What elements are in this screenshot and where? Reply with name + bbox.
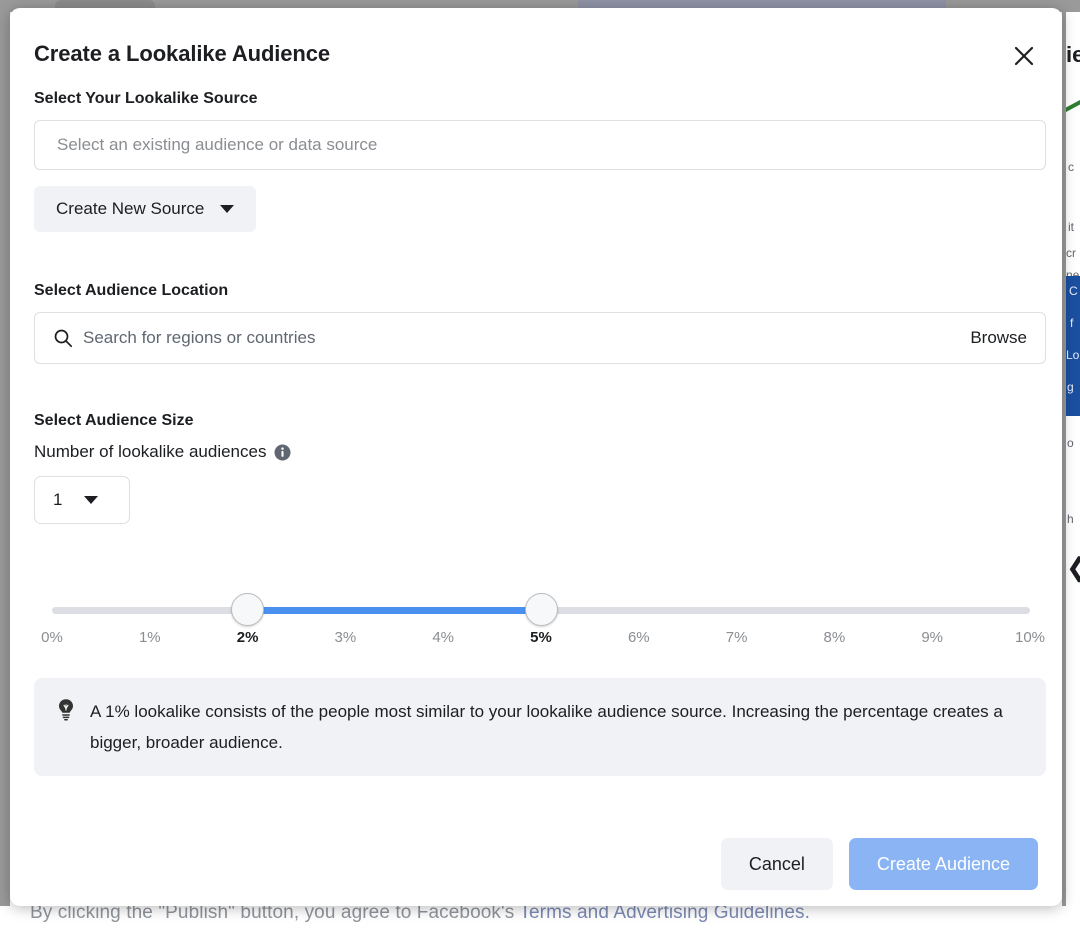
browser-toolbar-shape — [578, 0, 946, 8]
section-audience-location: Select Audience Location Browse — [34, 282, 1046, 364]
slider-handle-upper[interactable] — [524, 593, 558, 626]
bg-fragment: ie — [1066, 42, 1080, 67]
number-of-audiences-label: Number of lookalike audiences — [34, 442, 267, 461]
bg-fragment: h — [1067, 512, 1074, 526]
slider-tick-9: 9% — [921, 629, 944, 646]
section-audience-size: Select Audience Size Number of lookalike… — [34, 412, 1038, 524]
cancel-button[interactable]: Cancel — [720, 838, 833, 890]
number-of-audiences-label-row: Number of lookalike audiences — [34, 442, 1038, 462]
create-audience-button[interactable]: Create Audience — [848, 838, 1038, 890]
location-search-field[interactable]: Browse — [34, 312, 1046, 364]
bg-fragment: cr — [1066, 246, 1076, 260]
section-heading-size: Select Audience Size — [34, 412, 194, 429]
dialog-body: Select Your Lookalike Source Create New … — [10, 90, 1062, 776]
slider-tick-10: 10% — [1014, 629, 1046, 646]
location-search-input[interactable] — [83, 328, 971, 348]
slider-tick-5: 5% — [530, 629, 552, 646]
slider-tick-1: 1% — [138, 629, 161, 646]
create-new-source-label: Create New Source — [56, 199, 205, 218]
section-lookalike-source: Select Your Lookalike Source Create New … — [34, 90, 1046, 232]
create-lookalike-audience-dialog: Create a Lookalike Audience Select Your … — [10, 8, 1062, 906]
chevron-down-icon — [220, 205, 235, 213]
slider-tick-3: 3% — [334, 629, 357, 646]
bg-chevron-left-icon: ❮ — [1066, 552, 1080, 583]
lookalike-tip-text: A 1% lookalike consists of the people mo… — [90, 702, 1003, 752]
search-icon — [53, 328, 73, 348]
close-icon[interactable] — [1006, 38, 1042, 74]
bg-fragment: c — [1068, 160, 1074, 174]
background-content-sliver: ie c it cr ne C f Lo g o h ❮ — [1066, 12, 1080, 906]
bg-fragment: o — [1067, 436, 1074, 450]
page-title: Create a Lookalike Audience — [34, 41, 331, 66]
audience-size-range-slider[interactable]: 0% 1% 2% 3% 4% 5% 6% 7% 8% 9% 10% — [34, 572, 1046, 648]
slider-tick-6: 6% — [627, 629, 650, 646]
bg-fragment: g — [1067, 380, 1074, 394]
bg-green-line-icon — [1066, 100, 1080, 112]
bg-fragment: Lo — [1066, 348, 1080, 362]
lookalike-source-input[interactable] — [34, 120, 1046, 170]
info-icon[interactable] — [274, 444, 291, 461]
page-backdrop-left — [0, 0, 10, 906]
section-heading-source: Select Your Lookalike Source — [34, 90, 258, 107]
bg-fragment: f — [1070, 316, 1074, 330]
create-new-source-button[interactable]: Create New Source — [34, 186, 257, 232]
slider-tick-0: 0% — [41, 629, 63, 646]
slider-tick-labels: 0% 1% 2% 3% 4% 5% 6% 7% 8% 9% 10% — [41, 629, 1045, 651]
bg-fragment: C — [1069, 284, 1078, 298]
chevron-down-icon — [84, 496, 99, 504]
number-of-audiences-value: 1 — [53, 490, 63, 509]
dialog-header: Create a Lookalike Audience — [10, 8, 1062, 90]
slider-tick-2: 2% — [236, 629, 259, 646]
slider-selected-range — [247, 607, 541, 614]
lightbulb-icon — [56, 698, 76, 758]
slider-tick-7: 7% — [725, 629, 748, 646]
section-heading-location: Select Audience Location — [34, 282, 229, 299]
browse-button[interactable]: Browse — [970, 328, 1027, 348]
bg-highlight-box: C f Lo g — [1066, 276, 1080, 416]
slider-tick-4: 4% — [432, 629, 455, 646]
slider-tick-8: 8% — [823, 629, 846, 646]
slider-handle-lower[interactable] — [231, 593, 265, 626]
number-of-audiences-select[interactable]: 1 — [34, 476, 130, 524]
bg-fragment: it — [1068, 220, 1074, 234]
dialog-footer: Cancel Create Audience — [10, 838, 1062, 890]
lookalike-tip-box: A 1% lookalike consists of the people mo… — [34, 678, 1046, 776]
